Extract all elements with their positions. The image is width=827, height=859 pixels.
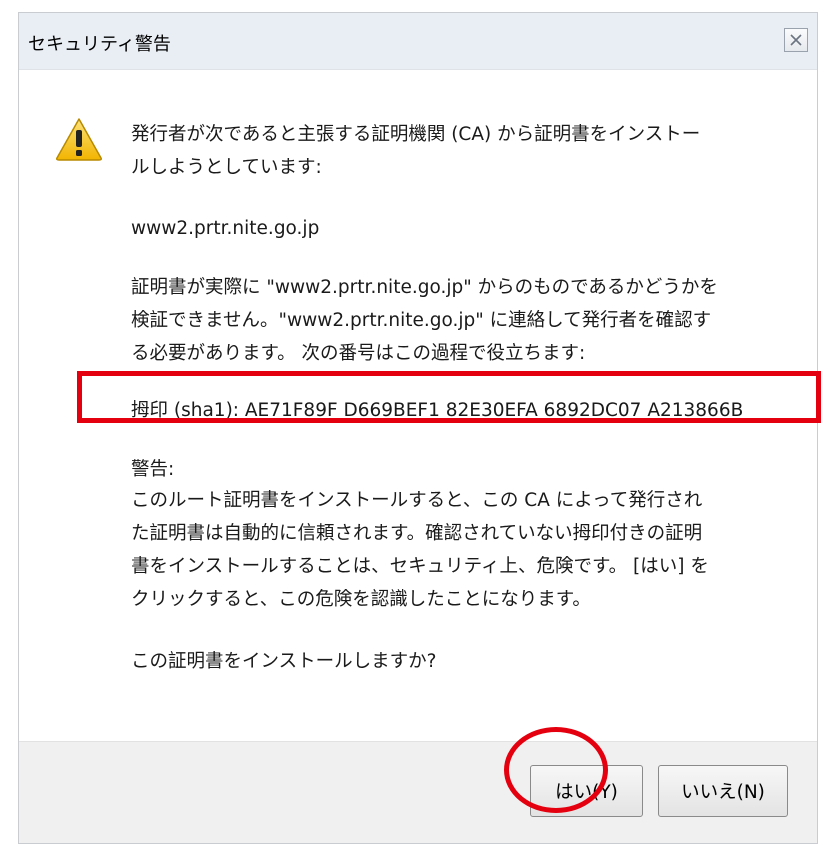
- warning-line-4: クリックすると、この危険を認識したことになります。: [131, 589, 591, 610]
- warning-line-2: た証明書は自動的に信頼されます。確認されていない拇印付きの証明: [131, 523, 703, 544]
- warning-line-1: このルート証明書をインストールすると、この CA によって発行され: [131, 490, 703, 511]
- install-question: この証明書をインストールしますか?: [131, 651, 437, 672]
- intro-line-1: 発行者が次であると主張する証明機関 (CA) から証明書をインストー: [131, 124, 701, 145]
- issuer-name: www2.prtr.nite.go.jp: [131, 218, 320, 239]
- close-icon: [790, 34, 802, 46]
- intro-line-2: ルしようとしています:: [131, 157, 322, 178]
- verify-line-2: 検証できません。"www2.prtr.nite.go.jp" に連絡して発行者を…: [131, 310, 712, 331]
- close-button[interactable]: [784, 28, 808, 52]
- no-button[interactable]: いいえ(N): [658, 765, 788, 817]
- title-bar: セキュリティ警告: [19, 13, 817, 70]
- dialog-title: セキュリティ警告: [28, 34, 171, 55]
- warning-line-3: 書をインストールすることは、セキュリティ上、危険です。 [はい] を: [131, 556, 709, 577]
- warning-heading: 警告:: [131, 459, 175, 480]
- verify-line-1: 証明書が実際に "www2.prtr.nite.go.jp" からのものであるか…: [131, 277, 718, 298]
- yes-button-circle-annotation: [504, 727, 608, 813]
- button-bar: はい(Y) いいえ(N): [19, 741, 817, 843]
- verify-line-3: る必要があります。 次の番号はこの過程で役立ちます:: [131, 343, 586, 364]
- thumbprint-highlight-annotation: [77, 371, 821, 423]
- warning-triangle-icon: [56, 118, 102, 161]
- security-warning-dialog: セキュリティ警告 発行者が次であると主張する証明機関 (CA) から証明書をイン…: [18, 12, 818, 844]
